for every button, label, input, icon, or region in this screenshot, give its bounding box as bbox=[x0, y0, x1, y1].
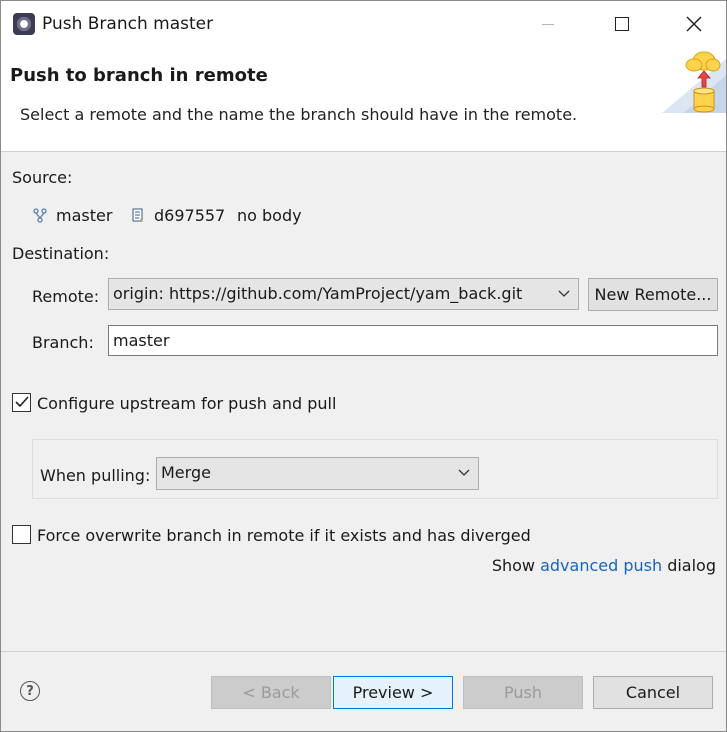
advanced-suffix: dialog bbox=[667, 556, 716, 575]
maximize-button[interactable] bbox=[597, 1, 647, 47]
branch-input[interactable] bbox=[113, 331, 703, 350]
force-overwrite-checkbox[interactable] bbox=[12, 525, 31, 544]
source-label: Source: bbox=[12, 168, 73, 187]
maximize-icon bbox=[615, 17, 629, 31]
advanced-push-link[interactable]: advanced push bbox=[540, 556, 662, 575]
page-description: Select a remote and the name the branch … bbox=[20, 105, 578, 124]
commit-icon bbox=[132, 208, 143, 222]
configure-upstream-label[interactable]: Configure upstream for push and pull bbox=[37, 394, 336, 413]
back-button[interactable]: < Back bbox=[211, 676, 331, 709]
source-branch: master bbox=[56, 206, 113, 225]
force-overwrite-label[interactable]: Force overwrite branch in remote if it e… bbox=[37, 526, 531, 545]
when-pulling-select[interactable]: Merge bbox=[156, 457, 479, 490]
chevron-down-icon bbox=[458, 469, 470, 476]
chevron-down-icon bbox=[558, 290, 570, 297]
advanced-push-row: Show advanced push dialog bbox=[492, 556, 716, 575]
close-icon bbox=[686, 16, 702, 32]
new-remote-button[interactable]: New Remote... bbox=[588, 278, 718, 311]
remote-select[interactable]: origin: https://github.com/YamProject/ya… bbox=[108, 278, 579, 310]
eclipse-icon bbox=[13, 13, 35, 35]
wizard-header: Push to branch in remote Select a remote… bbox=[1, 47, 726, 152]
remote-label: Remote: bbox=[32, 287, 100, 306]
source-commit-message: no body bbox=[237, 206, 302, 225]
help-icon[interactable]: ? bbox=[20, 681, 40, 701]
minimize-icon bbox=[542, 23, 554, 25]
branch-label: Branch: bbox=[32, 333, 94, 352]
checkmark-icon bbox=[15, 396, 29, 408]
when-pulling-label: When pulling: bbox=[40, 466, 151, 485]
window-title: Push Branch master bbox=[42, 14, 214, 34]
preview-button[interactable]: Preview > bbox=[333, 676, 453, 709]
source-commit-id: d697557 bbox=[154, 206, 226, 225]
destination-label: Destination: bbox=[12, 244, 110, 263]
cloud-push-icon bbox=[662, 51, 726, 113]
footer-divider bbox=[1, 651, 726, 652]
remote-select-value: origin: https://github.com/YamProject/ya… bbox=[113, 284, 523, 303]
title-bar: Push Branch master bbox=[1, 1, 726, 47]
push-branch-dialog: Push Branch master Push to branch in rem… bbox=[0, 0, 727, 732]
push-button[interactable]: Push bbox=[463, 676, 583, 709]
page-title: Push to branch in remote bbox=[10, 65, 268, 86]
configure-upstream-checkbox[interactable] bbox=[12, 393, 31, 412]
branch-field[interactable] bbox=[108, 325, 718, 356]
cancel-button[interactable]: Cancel bbox=[593, 676, 713, 709]
branch-icon bbox=[33, 208, 47, 223]
when-pulling-value: Merge bbox=[161, 463, 211, 482]
advanced-prefix: Show bbox=[491, 556, 535, 575]
minimize-button[interactable] bbox=[523, 1, 573, 47]
close-button[interactable] bbox=[669, 1, 719, 47]
